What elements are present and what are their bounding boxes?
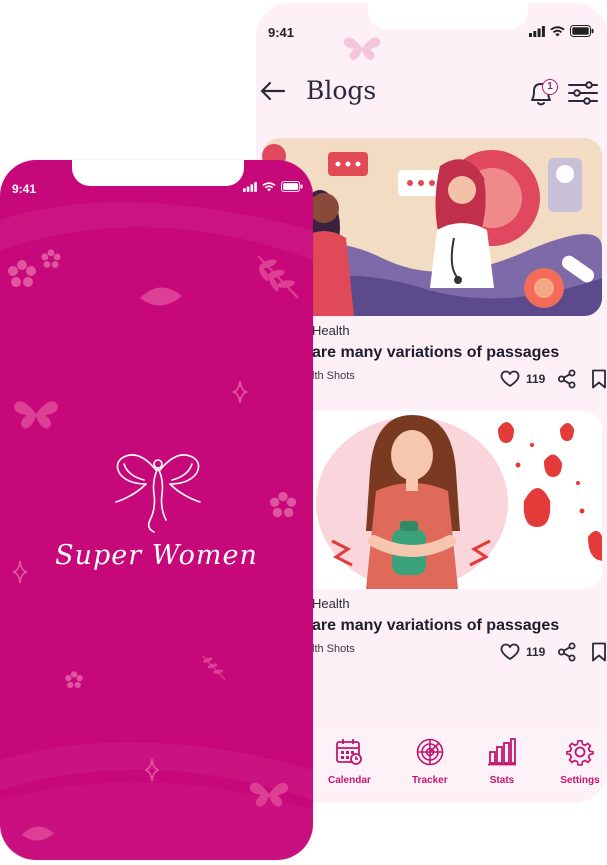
butterfly-icon	[14, 401, 58, 429]
blog-illustration-doctor	[262, 138, 602, 316]
leaf-icon	[21, 826, 55, 841]
splash-phone-screen: 9:41 Super Women	[0, 160, 313, 860]
sparkle-icon	[144, 758, 160, 782]
tracker-icon	[416, 738, 444, 766]
heart-icon[interactable]	[500, 370, 520, 388]
sparkle-icon	[232, 380, 248, 404]
card-source: lth Shots	[312, 643, 355, 655]
nav-label-tracker: Tracker	[412, 775, 448, 786]
phone-notch	[368, 3, 528, 29]
status-bar-icons	[529, 25, 594, 37]
share-icon[interactable]	[557, 369, 577, 389]
filter-sliders-icon[interactable]	[568, 81, 598, 105]
card-actions: 119	[500, 642, 607, 662]
flower-icon	[269, 491, 297, 518]
battery-icon	[281, 181, 303, 192]
status-time: 9:41	[12, 182, 37, 196]
nav-label-stats: Stats	[489, 775, 515, 786]
wifi-icon	[550, 25, 565, 36]
nav-item-settings[interactable]: Settings	[554, 738, 606, 786]
card-category: Health	[312, 323, 350, 338]
app-logo-butterfly-woman	[115, 454, 201, 533]
card-actions: 119	[500, 369, 607, 389]
bookmark-icon[interactable]	[591, 642, 607, 662]
nav-item-tracker[interactable]: Tracker	[412, 738, 448, 786]
blog-illustration-period-pain	[262, 411, 602, 589]
like-count: 119	[526, 645, 546, 659]
leaf-branch-icon	[257, 255, 299, 299]
like-count: 119	[526, 372, 546, 386]
nav-label-settings: Settings	[560, 775, 600, 786]
page-title: Blogs	[306, 76, 377, 105]
status-time: 9:41	[268, 25, 295, 40]
card-title[interactable]: are many variations of passages	[312, 617, 559, 635]
leaf-branch-icon	[201, 655, 226, 681]
battery-icon	[570, 25, 594, 37]
signal-icon	[529, 25, 545, 37]
gear-icon	[566, 739, 594, 766]
nav-item-stats[interactable]: Stats	[488, 738, 516, 786]
butterfly-icon	[249, 782, 289, 807]
status-bar-icons	[243, 181, 303, 192]
heart-icon[interactable]	[500, 643, 520, 661]
flower-icon	[65, 671, 83, 689]
signal-icon	[243, 181, 257, 192]
flower-icon	[41, 249, 61, 268]
blog-card[interactable]	[262, 411, 602, 589]
bookmark-icon[interactable]	[591, 369, 607, 389]
notification-badge: 1	[542, 79, 558, 95]
card-title[interactable]: are many variations of passages	[312, 344, 559, 362]
app-name: Super Women	[55, 540, 258, 571]
nav-item-calendar[interactable]: Calendar	[328, 738, 371, 786]
back-arrow-icon[interactable]	[260, 81, 286, 101]
nav-label-calendar: Calendar	[328, 775, 371, 786]
card-category: Health	[312, 596, 350, 611]
wifi-icon	[262, 181, 276, 192]
card-source: lth Shots	[312, 370, 355, 382]
blog-card[interactable]	[262, 138, 602, 316]
calendar-icon	[336, 739, 363, 765]
share-icon[interactable]	[557, 642, 577, 662]
phone-notch	[72, 160, 244, 186]
stats-icon	[488, 738, 516, 766]
butterfly-icon	[343, 37, 381, 61]
leaf-icon	[140, 287, 182, 306]
flower-icon	[8, 260, 36, 287]
